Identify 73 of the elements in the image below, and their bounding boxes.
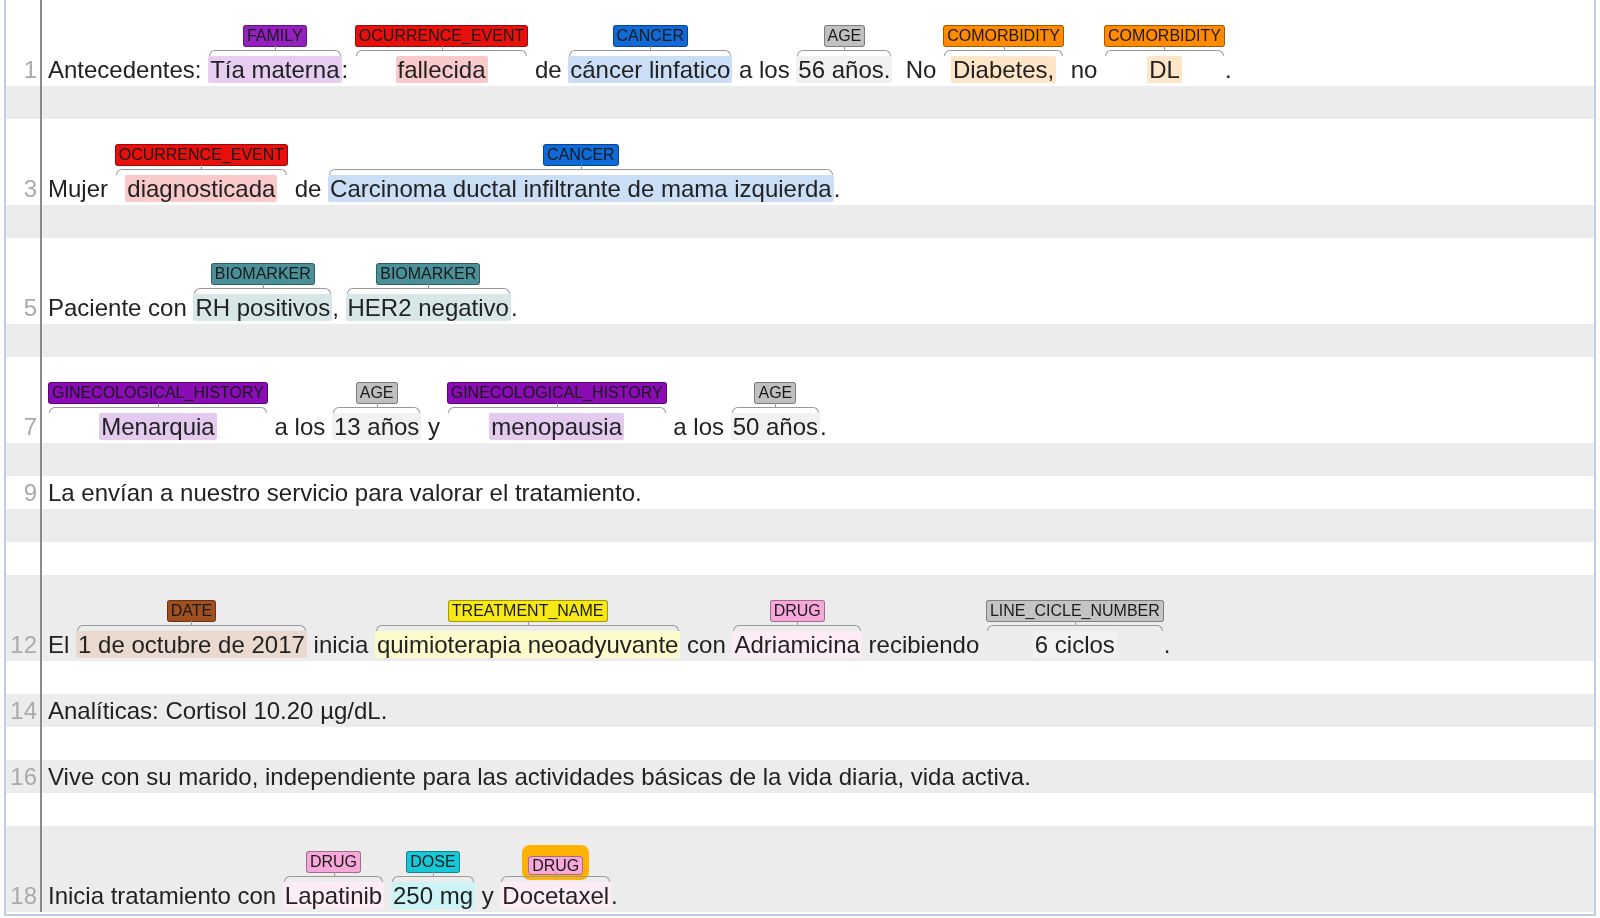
entity-label[interactable]: COMORBIDITY xyxy=(943,25,1064,47)
annotated-text[interactable]: Diabetes, xyxy=(950,56,1057,83)
sentence-text: a los xyxy=(738,56,791,83)
entity-label[interactable]: BIOMARKER xyxy=(210,263,315,285)
entity-label[interactable]: BIOMARKER xyxy=(376,263,481,285)
sentence-text: Vive con su marido, independiente para las actividades básicas de la vida diaria, vida activa. xyxy=(48,763,1031,790)
line-number: 5 xyxy=(23,294,37,321)
line-number: 7 xyxy=(23,413,37,440)
entity-label[interactable]: DRUG xyxy=(769,600,825,622)
sentence-text: . xyxy=(1224,56,1232,83)
entity-label[interactable]: DOSE xyxy=(406,851,460,873)
annotated-text[interactable]: Docetaxel xyxy=(500,882,612,909)
sentence-text: . xyxy=(510,294,518,321)
sentence-text: , xyxy=(332,294,340,321)
annotated-text[interactable]: Menarquia xyxy=(99,413,217,440)
sentence-text: No xyxy=(904,56,938,83)
annotated-text[interactable]: Carcinoma ductal infiltrante de mama izquierda xyxy=(328,175,834,202)
annotated-text[interactable]: 250 mg xyxy=(390,882,475,909)
sentence-text: a los xyxy=(273,413,327,440)
line-number: 18 xyxy=(10,882,37,909)
entity-label[interactable]: DRUG xyxy=(305,851,362,873)
annotated-text[interactable]: fallecida xyxy=(395,56,488,83)
entity-label[interactable]: LINE_CICLE_NUMBER xyxy=(985,600,1164,622)
entity-label[interactable]: COMORBIDITY xyxy=(1104,25,1225,47)
sentence-text: recibiendo xyxy=(867,631,981,658)
entity-label[interactable]: OCURRENCE_EVENT xyxy=(114,144,289,166)
annotated-text[interactable]: Lapatinib xyxy=(282,882,385,909)
annotated-text[interactable]: menopausia xyxy=(489,413,625,440)
annotated-text[interactable]: HER2 negativo xyxy=(345,294,511,321)
line-number: 9 xyxy=(23,479,37,506)
line-number: 16 xyxy=(10,763,37,790)
annotated-text[interactable]: Tía materna xyxy=(208,56,342,83)
sentence-text: y xyxy=(427,413,442,440)
sentence-text: Mujer xyxy=(48,175,109,202)
sentence-text: Inicia tratamiento con xyxy=(48,882,278,909)
line-number: 1 xyxy=(23,56,37,83)
sentence-text: de xyxy=(293,175,323,202)
sentence-text: . xyxy=(833,175,841,202)
entity-label[interactable]: DRUG xyxy=(528,855,584,875)
annotated-text[interactable]: 1 de octubre de 2017 xyxy=(76,631,307,658)
sentence-text: de xyxy=(533,56,563,83)
entity-label[interactable]: AGE xyxy=(754,382,797,404)
sentence-text: con xyxy=(686,631,727,658)
annotated-text[interactable]: RH positivos xyxy=(193,294,333,321)
annotated-text[interactable]: 6 ciclos xyxy=(1032,631,1117,658)
sentence-text: y xyxy=(480,882,495,909)
entity-label[interactable]: AGE xyxy=(355,382,398,404)
annotated-text[interactable]: 13 años xyxy=(331,413,422,440)
entity-label[interactable]: TREATMENT_NAME xyxy=(447,600,608,622)
line-number: 14 xyxy=(10,697,37,724)
entity-label[interactable]: AGE xyxy=(823,25,866,47)
annotated-text[interactable]: cáncer linfatico xyxy=(568,56,733,83)
sentence-text: . xyxy=(611,882,618,909)
sentence-text: : xyxy=(341,56,350,83)
annotated-text[interactable]: quimioterapia neoadyuvante xyxy=(374,631,681,658)
line-number: 3 xyxy=(23,175,37,202)
sentence-text: . xyxy=(820,413,827,440)
sentence-text: a los xyxy=(672,413,725,440)
sentence-text: Paciente con xyxy=(48,294,188,321)
annotated-text[interactable]: diagnosticada xyxy=(125,175,278,202)
sentence-text: inicia xyxy=(312,631,370,658)
entity-label[interactable]: OCURRENCE_EVENT xyxy=(354,25,529,47)
annotated-text[interactable]: 50 años xyxy=(730,413,821,440)
annotated-text[interactable]: Adriamicina xyxy=(732,631,862,658)
line-number: 12 xyxy=(10,631,37,658)
sentence-text: Analíticas: Cortisol 10.20 µg/dL. xyxy=(48,697,388,724)
annotated-text[interactable]: DL xyxy=(1147,56,1182,83)
sentence-text: no xyxy=(1069,56,1099,83)
sentence-text: El xyxy=(48,631,71,658)
sentence-text: . xyxy=(1163,631,1171,658)
sentence-text: La envían a nuestro servicio para valorar el tratamiento. xyxy=(48,479,642,506)
sentence-text: Antecedentes: xyxy=(48,56,203,83)
annotated-text[interactable]: 56 años. xyxy=(796,56,893,83)
